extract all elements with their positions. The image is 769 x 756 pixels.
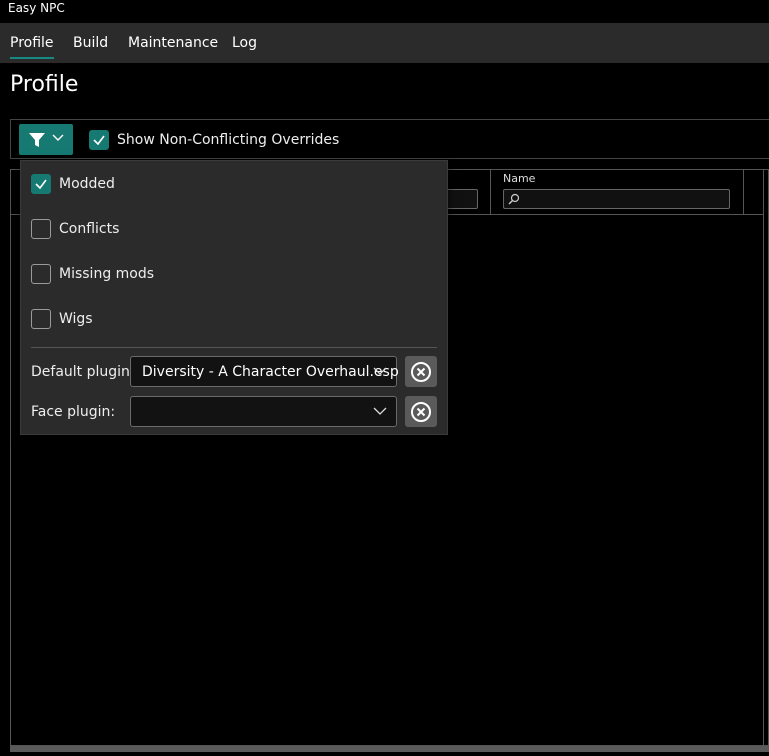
missing-mods-checkbox[interactable] bbox=[31, 264, 51, 284]
vertical-scrollbar[interactable] bbox=[763, 170, 764, 746]
window-title: Easy NPC bbox=[8, 1, 65, 15]
default-plugin-label: Default plugin: bbox=[31, 364, 135, 380]
show-non-conflicting-checkbox[interactable] bbox=[89, 130, 109, 150]
show-non-conflicting-label: Show Non-Conflicting Overrides bbox=[117, 132, 340, 148]
tab-build[interactable]: Build bbox=[73, 34, 108, 52]
face-plugin-label: Face plugin: bbox=[31, 404, 116, 420]
filter-popup bbox=[20, 160, 448, 435]
clear-icon bbox=[411, 362, 431, 382]
name-search-input[interactable] bbox=[503, 189, 730, 209]
title-bar: Easy NPC bbox=[0, 0, 769, 22]
column-separator bbox=[743, 170, 744, 214]
column-header-name[interactable]: Name bbox=[503, 172, 535, 185]
chevron-down-icon bbox=[373, 407, 387, 415]
default-plugin-select[interactable]: Diversity - A Character Overhaul.esp bbox=[130, 356, 399, 387]
page-title: Profile bbox=[10, 72, 79, 97]
clear-icon bbox=[411, 402, 431, 422]
search-icon bbox=[508, 193, 520, 205]
conflicts-checkbox[interactable] bbox=[31, 219, 51, 239]
chevron-down-icon bbox=[373, 367, 387, 375]
default-plugin-value: Diversity - A Character Overhaul.esp bbox=[142, 364, 399, 380]
wigs-label: Wigs bbox=[59, 311, 93, 327]
column-separator bbox=[490, 170, 491, 214]
face-plugin-select[interactable] bbox=[130, 396, 397, 427]
horizontal-scrollbar[interactable] bbox=[10, 746, 769, 752]
filter-icon bbox=[29, 133, 45, 147]
main-nav: Profile Build Maintenance Log bbox=[0, 23, 769, 63]
tab-maintenance[interactable]: Maintenance bbox=[128, 34, 218, 52]
modded-label: Modded bbox=[59, 176, 115, 192]
clear-face-plugin-button[interactable] bbox=[405, 396, 437, 427]
popup-divider bbox=[31, 347, 437, 348]
checkmark-icon bbox=[93, 135, 105, 146]
missing-mods-label: Missing mods bbox=[59, 266, 155, 282]
chevron-down-icon bbox=[52, 134, 64, 141]
clear-default-plugin-button[interactable] bbox=[405, 356, 437, 387]
tab-log[interactable]: Log bbox=[232, 34, 257, 52]
tab-profile[interactable]: Profile bbox=[10, 34, 54, 59]
modded-checkbox[interactable] bbox=[31, 174, 51, 194]
filter-dropdown-button[interactable] bbox=[19, 124, 73, 155]
conflicts-label: Conflicts bbox=[59, 221, 120, 237]
wigs-checkbox[interactable] bbox=[31, 309, 51, 329]
checkmark-icon bbox=[35, 179, 47, 190]
